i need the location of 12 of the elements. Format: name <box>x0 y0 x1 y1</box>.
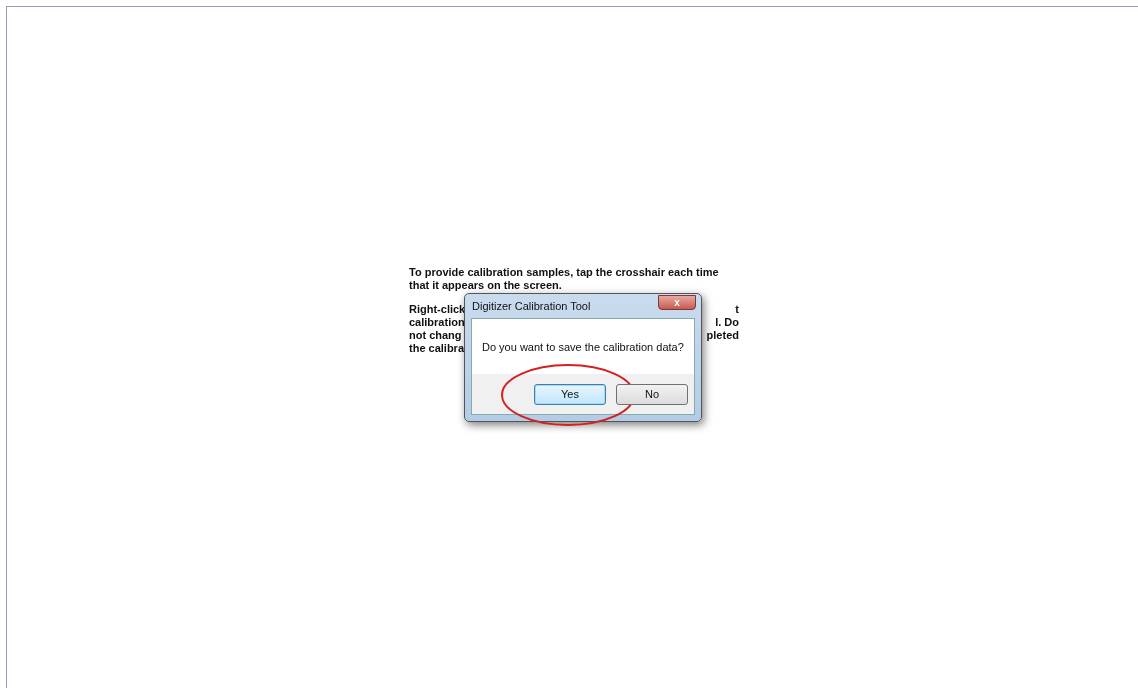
dialog-message: Do you want to save the calibration data? <box>482 340 684 353</box>
instruction-fragment: not chang <box>409 329 462 341</box>
instruction-fragment: the calibra <box>409 342 465 354</box>
yes-button[interactable]: Yes <box>534 383 606 405</box>
instruction-fragment: t <box>735 303 739 315</box>
instruction-text: To provide calibration samples, tap the crosshair each time that it appears on the screen. <box>409 266 720 292</box>
instruction-fragment: pleted <box>706 329 739 341</box>
instruction-fragment: calibration <box>409 316 465 328</box>
instruction-fragment: Right-click <box>409 303 466 315</box>
no-button[interactable]: No <box>616 383 688 405</box>
instruction-fragment: l. Do <box>715 316 739 328</box>
dialog-title: Digitizer Calibration Tool <box>472 300 591 312</box>
